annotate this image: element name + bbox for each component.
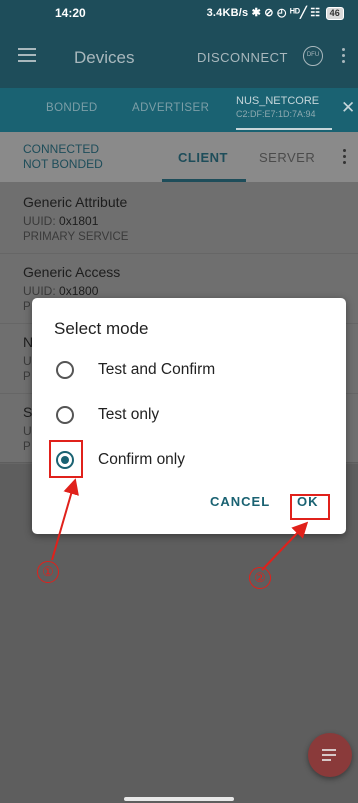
dialog-title: Select mode [54,319,149,338]
tab-client[interactable]: CLIENT [178,150,228,165]
annotation-box-radio [49,440,83,478]
disconnect-button[interactable]: DISCONNECT [197,50,288,65]
status-time: 14:20 [55,6,86,20]
navigation-handle[interactable] [124,797,234,801]
service-name: S [23,404,33,420]
filter-icon [322,749,336,751]
hamburger-menu-icon[interactable] [18,48,36,62]
connection-bar: CONNECTED NOT BONDED CLIENT SERVER [0,132,358,182]
option-test-only[interactable]: Test only [54,397,324,433]
option-confirm-only[interactable]: Confirm only [54,442,324,478]
service-item[interactable]: Generic Attribute UUID: 0x1801 PRIMARY S… [0,182,358,254]
option-label: Confirm only [98,451,185,468]
device-address: C2:DF:E7:1D:7A:94 [236,109,316,119]
connection-status: CONNECTED [23,142,100,156]
service-type: P [23,441,31,453]
service-name: Generic Access [23,264,121,280]
status-bar: 14:20 3.4KB/s ✱ ⊘ ◴ ᴴᴰ╱ ☷ 46 [0,0,358,28]
tab-device-nus-netcore[interactable]: NUS_NETCORE C2:DF:E7:1D:7A:94 [236,95,332,130]
fab-filter-button[interactable] [308,733,352,777]
service-type: P [23,301,31,313]
tab-bonded[interactable]: BONDED [46,102,98,114]
annotation-box-ok [290,494,330,520]
app-title: Devices [74,48,135,67]
connection-state: CONNECTED NOT BONDED [23,142,103,172]
device-name: NUS_NETCORE [236,95,320,107]
cancel-button[interactable]: CANCEL [210,494,270,509]
option-test-and-confirm[interactable]: Test and Confirm [54,352,324,388]
service-uuid: UUID: 0x1801 [23,214,99,228]
status-icons: 3.4KB/s ✱ ⊘ ◴ ᴴᴰ╱ ☷ 46 [207,6,344,20]
radio-button[interactable] [56,361,74,379]
service-type: P [23,371,31,383]
screen: 14:20 3.4KB/s ✱ ⊘ ◴ ᴴᴰ╱ ☷ 46 Devices DIS… [0,0,358,803]
service-uuid: U [23,354,32,368]
battery-icon: 46 [325,7,344,20]
bond-status: NOT BONDED [23,157,103,171]
annotation-marker-1: ① [37,561,59,583]
tab-server[interactable]: SERVER [259,150,315,165]
close-icon[interactable]: ✕ [341,98,355,118]
dfu-icon[interactable]: DFU [303,46,323,66]
overflow-menu-icon[interactable] [342,48,346,66]
option-label: Test and Confirm [98,361,216,378]
annotation-marker-2: ② [249,567,271,589]
option-label: Test only [98,406,160,423]
connection-overflow-icon[interactable] [343,149,346,167]
tab-advertiser[interactable]: ADVERTISER [132,102,209,114]
service-uuid: U [23,424,32,438]
tab-indicator [236,128,332,130]
service-name: Generic Attribute [23,194,128,210]
radio-button[interactable] [56,406,74,424]
app-bar: Devices DISCONNECT DFU [0,28,358,88]
device-tab-bar: BONDED ADVERTISER NUS_NETCORE C2:DF:E7:1… [0,88,358,132]
status-indicators: 3.4KB/s ✱ ⊘ ◴ ᴴᴰ╱ ☷ [206,7,321,19]
service-uuid: UUID: 0x1800 [23,284,99,298]
service-type: PRIMARY SERVICE [23,231,129,243]
